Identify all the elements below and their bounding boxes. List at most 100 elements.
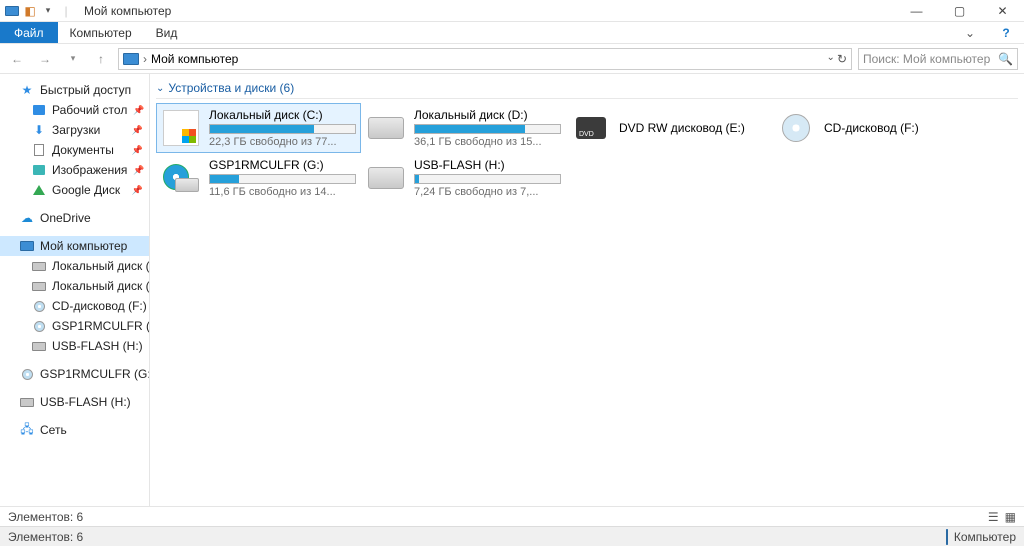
drive-item[interactable]: GSP1RMCULFR (G:) 11,6 ГБ свободно из 14.… bbox=[156, 153, 361, 203]
sidebar-onedrive[interactable]: ☁OneDrive bbox=[0, 208, 149, 228]
sidebar-drive-g[interactable]: GSP1RMCULFR (G:) bbox=[0, 316, 149, 336]
sidebar-drive-h[interactable]: USB-FLASH (H:) bbox=[0, 336, 149, 356]
sidebar-item-downloads[interactable]: ⬇Загрузки📌 bbox=[0, 120, 149, 140]
document-icon bbox=[32, 143, 46, 157]
drive-item[interactable]: USB-FLASH (H:) 7,24 ГБ свободно из 7,... bbox=[361, 153, 566, 203]
sidebar-removable-h[interactable]: USB-FLASH (H:) bbox=[0, 392, 149, 412]
chevron-down-icon: ⌄ bbox=[156, 83, 164, 94]
up-button[interactable]: ↑ bbox=[90, 48, 112, 70]
sidebar-item-gdrive[interactable]: Google Диск📌 bbox=[0, 180, 149, 200]
star-icon: ★ bbox=[20, 83, 34, 97]
view-tiles-icon[interactable]: ▦ bbox=[1005, 510, 1016, 524]
status-bar: Элементов: 6 ☰ ▦ bbox=[0, 506, 1024, 526]
pc-icon bbox=[4, 3, 20, 19]
drive-icon bbox=[776, 108, 816, 148]
capacity-bar bbox=[414, 124, 561, 134]
tab-computer[interactable]: Компьютер bbox=[58, 22, 144, 43]
status-item-count-2: Элементов: 6 bbox=[8, 530, 83, 544]
sidebar-drive-f[interactable]: CD-дисковод (F:) bbox=[0, 296, 149, 316]
drive-name: USB-FLASH (H:) bbox=[414, 158, 561, 172]
drive-item[interactable]: DVD RW дисковод (E:) bbox=[566, 103, 771, 153]
sidebar-drive-c[interactable]: Локальный диск (C bbox=[0, 256, 149, 276]
sidebar-item-pictures[interactable]: Изображения📌 bbox=[0, 160, 149, 180]
titlebar: ◧ ▾ | Мой компьютер — ▢ ✕ bbox=[0, 0, 1024, 22]
quick-access-toolbar: ◧ ▾ | bbox=[0, 3, 74, 19]
drive-icon bbox=[161, 158, 201, 198]
drive-name: DVD RW дисковод (E:) bbox=[619, 121, 766, 135]
view-details-icon[interactable]: ☰ bbox=[988, 510, 999, 524]
drive-subtext: 11,6 ГБ свободно из 14... bbox=[209, 186, 356, 198]
hdd-icon bbox=[32, 339, 46, 353]
cd-icon bbox=[32, 299, 46, 313]
download-icon: ⬇ bbox=[32, 123, 46, 137]
hdd-icon bbox=[32, 259, 46, 273]
drive-name: CD-дисковод (F:) bbox=[824, 121, 971, 135]
drive-subtext: 7,24 ГБ свободно из 7,... bbox=[414, 186, 561, 198]
capacity-bar bbox=[414, 174, 561, 184]
drive-icon bbox=[161, 108, 201, 148]
pin-icon: 📌 bbox=[132, 185, 143, 196]
group-title: Устройства и диски (6) bbox=[168, 81, 294, 95]
cd-icon bbox=[20, 367, 34, 381]
desktop-icon bbox=[32, 103, 46, 117]
network-icon: 🖧 bbox=[20, 423, 34, 437]
back-button[interactable]: ← bbox=[6, 48, 28, 70]
chevron-right-icon: › bbox=[143, 52, 147, 66]
breadcrumb[interactable]: › Мой компьютер ⌄ ↻ bbox=[118, 48, 852, 70]
sidebar-removable-g[interactable]: GSP1RMCULFR (G:) bbox=[0, 364, 149, 384]
drive-item[interactable]: CD-дисковод (F:) bbox=[771, 103, 976, 153]
drive-name: Локальный диск (C:) bbox=[209, 108, 356, 122]
recent-dropdown-icon[interactable]: ▾ bbox=[62, 48, 84, 70]
sidebar-quick-access[interactable]: ★Быстрый доступ bbox=[0, 80, 149, 100]
pictures-icon bbox=[32, 163, 46, 177]
drive-subtext: 36,1 ГБ свободно из 15... bbox=[414, 136, 561, 148]
cd-icon bbox=[32, 319, 46, 333]
pc-icon bbox=[946, 530, 948, 544]
qat-dropdown-icon[interactable]: ▾ bbox=[40, 3, 56, 19]
window-controls: — ▢ ✕ bbox=[895, 0, 1024, 22]
window-title: Мой компьютер bbox=[84, 4, 171, 18]
address-bar: ← → ▾ ↑ › Мой компьютер ⌄ ↻ Поиск: Мой к… bbox=[0, 44, 1024, 74]
pc-icon bbox=[123, 53, 139, 65]
refresh-icon[interactable]: ↻ bbox=[837, 52, 847, 66]
tab-file[interactable]: Файл bbox=[0, 22, 58, 43]
tab-view[interactable]: Вид bbox=[144, 22, 190, 43]
sidebar-drive-d[interactable]: Локальный диск (D bbox=[0, 276, 149, 296]
hdd-icon bbox=[20, 395, 34, 409]
maximize-button[interactable]: ▢ bbox=[938, 0, 981, 22]
sidebar-item-documents[interactable]: Документы📌 bbox=[0, 140, 149, 160]
capacity-bar bbox=[209, 174, 356, 184]
taskbar-strip: Элементов: 6 Компьютер bbox=[0, 526, 1024, 546]
sidebar-network[interactable]: 🖧Сеть bbox=[0, 420, 149, 440]
forward-button[interactable]: → bbox=[34, 48, 56, 70]
drive-item[interactable]: Локальный диск (C:) 22,3 ГБ свободно из … bbox=[156, 103, 361, 153]
hdd-icon bbox=[32, 279, 46, 293]
history-dropdown-icon[interactable]: ⌄ bbox=[827, 52, 835, 66]
status-item-count: Элементов: 6 bbox=[8, 510, 83, 524]
close-button[interactable]: ✕ bbox=[981, 0, 1024, 22]
minimize-button[interactable]: — bbox=[895, 0, 938, 22]
status-right-label: Компьютер bbox=[954, 530, 1016, 544]
sidebar-this-pc[interactable]: Мой компьютер bbox=[0, 236, 149, 256]
pin-icon: 📌 bbox=[132, 125, 143, 136]
content-pane: ⌄ Устройства и диски (6) Локальный диск … bbox=[150, 74, 1024, 526]
pin-icon: 📌 bbox=[132, 145, 143, 156]
drive-name: Локальный диск (D:) bbox=[414, 108, 561, 122]
help-icon[interactable]: ? bbox=[988, 22, 1024, 43]
drive-icon bbox=[571, 108, 611, 148]
ribbon-tabs: Файл Компьютер Вид ⌄ ? bbox=[0, 22, 1024, 44]
sidebar-item-desktop[interactable]: Рабочий стол📌 bbox=[0, 100, 149, 120]
drive-subtext: 22,3 ГБ свободно из 77... bbox=[209, 136, 356, 148]
breadcrumb-root[interactable]: Мой компьютер bbox=[151, 52, 238, 66]
pin-icon: 📌 bbox=[133, 105, 144, 116]
ribbon-expand-icon[interactable]: ⌄ bbox=[952, 22, 988, 43]
drive-item[interactable]: Локальный диск (D:) 36,1 ГБ свободно из … bbox=[361, 103, 566, 153]
onedrive-icon: ☁ bbox=[20, 211, 34, 225]
qat-separator: | bbox=[58, 3, 74, 19]
drive-icon bbox=[366, 108, 406, 148]
group-header[interactable]: ⌄ Устройства и диски (6) bbox=[156, 78, 1018, 99]
drive-icon bbox=[366, 158, 406, 198]
search-input[interactable]: Поиск: Мой компьютер 🔍 bbox=[858, 48, 1018, 70]
properties-icon[interactable]: ◧ bbox=[22, 3, 38, 19]
search-placeholder: Поиск: Мой компьютер bbox=[863, 52, 990, 66]
